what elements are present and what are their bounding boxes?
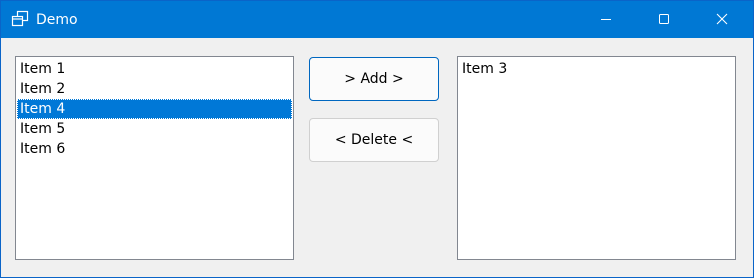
window-title: Demo [36,12,78,28]
add-button[interactable]: > Add > [309,57,439,101]
minimize-icon [600,10,612,29]
delete-button[interactable]: < Delete < [309,118,439,162]
title-bar[interactable]: Demo [1,1,753,38]
app-window: Demo Item 1 Item 2 Item 4 Item 5 Item 6 … [0,0,754,278]
minimize-button[interactable] [577,1,635,38]
close-icon [716,10,728,29]
maximize-icon [658,10,670,29]
list-item-selected[interactable]: Item 4 [17,99,292,119]
app-windows-icon [11,10,29,28]
list-item[interactable]: Item 1 [17,59,292,79]
list-item[interactable]: Item 5 [17,119,292,139]
target-listbox[interactable]: Item 3 [457,56,736,260]
list-item[interactable]: Item 6 [17,139,292,159]
list-item[interactable]: Item 2 [17,79,292,99]
maximize-button[interactable] [635,1,693,38]
source-listbox[interactable]: Item 1 Item 2 Item 4 Item 5 Item 6 [15,56,294,260]
list-item[interactable]: Item 3 [459,59,734,79]
close-button[interactable] [693,1,751,38]
